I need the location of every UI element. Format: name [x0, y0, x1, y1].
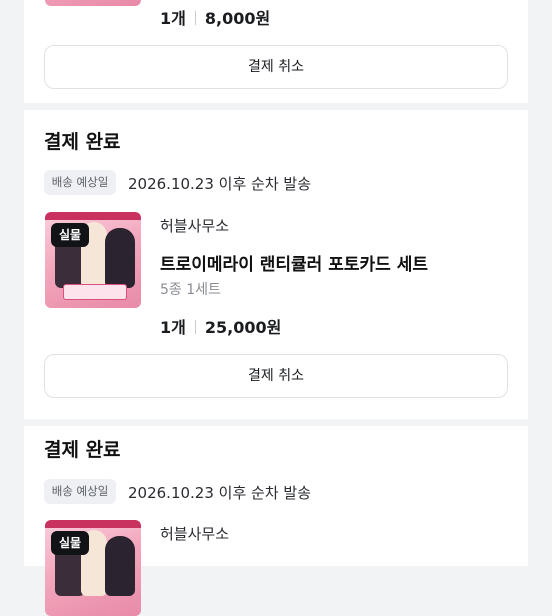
thumbnail-art: [45, 520, 141, 528]
quantity: 1개: [160, 318, 186, 337]
shipping-date-text: 2026.10.23 이후 순차 발송: [128, 484, 311, 502]
thumbnail-art: [105, 536, 135, 596]
order-card: 1개 8,000원 결제 취소: [24, 0, 528, 103]
cancel-payment-button[interactable]: 결제 취소: [44, 354, 508, 398]
shipping-date-chip: 배송 예상일: [44, 170, 116, 195]
physical-item-badge: 실물: [51, 223, 89, 247]
seller-name[interactable]: 허블사무소: [160, 523, 229, 544]
quantity-price: 1개 25,000원: [160, 314, 281, 338]
shipping-date-text: 2026.10.23 이후 순차 발송: [128, 175, 311, 193]
order-status-title: 결제 완료: [44, 131, 121, 153]
cancel-payment-button[interactable]: 결제 취소: [44, 45, 508, 89]
product-name[interactable]: 트로이메라이 랜티큘러 포토카드 세트: [160, 250, 428, 275]
product-thumbnail[interactable]: [45, 0, 141, 6]
order-status-title: 결제 완료: [44, 439, 121, 461]
seller-name[interactable]: 허블사무소: [160, 215, 229, 236]
thumbnail-art: [45, 212, 141, 220]
thumbnail-art: [63, 284, 127, 300]
order-card: 결제 완료 배송 예상일 2026.10.23 이후 순차 발송 실물 허블사무…: [24, 110, 528, 419]
shipping-date-chip: 배송 예상일: [44, 479, 116, 504]
divider: [194, 11, 196, 25]
physical-item-badge: 실물: [51, 531, 89, 555]
product-option: 5종 1세트: [160, 282, 221, 298]
price: 25,000원: [204, 318, 282, 337]
quantity: 1개: [160, 9, 186, 28]
divider: [194, 320, 196, 334]
order-card: 결제 완료 배송 예상일 2026.10.23 이후 순차 발송 실물 허블사무…: [24, 426, 528, 616]
thumbnail-art: [105, 228, 135, 288]
quantity-price: 1개 8,000원: [160, 5, 270, 29]
price: 8,000원: [204, 9, 271, 28]
